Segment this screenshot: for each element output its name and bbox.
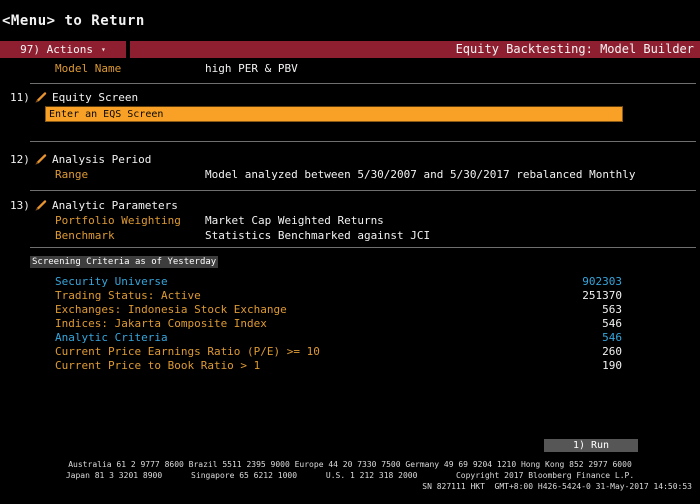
benchmark-label: Benchmark [55, 229, 115, 242]
footer-session-info: SN 827111 HKT GMT+8:00 H426-5424-0 31-Ma… [422, 482, 692, 491]
screening-row-value: 563 [602, 303, 622, 316]
section-analytic-parameters[interactable]: 13) Analytic Parameters [10, 198, 178, 212]
section-equity-screen[interactable]: 11) Equity Screen [10, 90, 138, 104]
portfolio-weighting-label: Portfolio Weighting [55, 214, 181, 227]
screening-row-label: Exchanges: Indonesia Stock Exchange [55, 303, 287, 316]
screening-row-label: Analytic Criteria [55, 331, 168, 344]
footer-phone-line-1: Australia 61 2 9777 8600 Brazil 5511 239… [68, 460, 632, 469]
menu-return-hint[interactable]: <Menu> to Return [2, 13, 145, 29]
screening-criteria-list: Security Universe 902303 Trading Status:… [30, 275, 622, 373]
screening-row-label: Security Universe [55, 275, 168, 288]
section-number: 12) [10, 152, 30, 166]
analytic-parameter-rows: Portfolio Weighting Market Cap Weighted … [55, 214, 655, 244]
screening-row-value: 546 [602, 317, 622, 330]
screening-row-value: 546 [602, 331, 622, 344]
section-title: Analysis Period [52, 152, 152, 166]
model-name-value[interactable]: high PER & PBV [205, 62, 298, 76]
footer-phone-line-2: Japan 81 3 3201 8900 Singapore 65 6212 1… [65, 471, 635, 480]
screening-row-value: 260 [602, 345, 622, 358]
edit-pencil-icon [34, 90, 48, 104]
footer: Australia 61 2 9777 8600 Brazil 5511 239… [0, 459, 700, 492]
section-number: 13) [10, 198, 30, 212]
benchmark-value[interactable]: Statistics Benchmarked against JCI [205, 229, 430, 244]
screening-row-trading-status[interactable]: Trading Status: Active 251370 [30, 289, 622, 303]
section-number: 11) [10, 90, 30, 104]
run-button[interactable]: 1) Run [544, 439, 638, 452]
section-title: Equity Screen [52, 90, 139, 104]
screening-row-indices[interactable]: Indices: Jakarta Composite Index 546 [30, 317, 622, 331]
screening-criteria-header: Screening Criteria as of Yesterday [30, 256, 218, 268]
screening-row-label: Indices: Jakarta Composite Index [55, 317, 267, 330]
divider [30, 247, 696, 248]
screening-row-security-universe[interactable]: Security Universe 902303 [30, 275, 622, 289]
range-value[interactable]: Model analyzed between 5/30/2007 and 5/3… [205, 168, 635, 182]
portfolio-weighting-row: Portfolio Weighting Market Cap Weighted … [55, 214, 655, 229]
edit-pencil-icon [34, 152, 48, 166]
edit-pencil-icon [34, 198, 48, 212]
eqs-screen-input[interactable] [45, 106, 623, 122]
screening-row-pe-ratio[interactable]: Current Price Earnings Ratio (P/E) >= 10… [30, 345, 622, 359]
bloomberg-terminal-screen: <Menu> to Return 97) Actions ▾ Equity Ba… [0, 0, 700, 504]
divider [30, 83, 696, 84]
section-title: Analytic Parameters [52, 198, 178, 212]
screening-row-value: 902303 [582, 275, 622, 288]
screening-row-label: Trading Status: Active [55, 289, 201, 302]
screening-row-value: 251370 [582, 289, 622, 302]
actions-menu-button[interactable]: 97) Actions ▾ [0, 41, 130, 58]
screening-row-value: 190 [602, 359, 622, 372]
model-name-label: Model Name [55, 62, 122, 75]
screening-row-label: Current Price Earnings Ratio (P/E) >= 10 [55, 345, 320, 358]
page-title: Equity Backtesting: Model Builder [455, 42, 694, 56]
divider [30, 141, 696, 142]
title-bar: 97) Actions ▾ Equity Backtesting: Model … [0, 41, 700, 58]
portfolio-weighting-value[interactable]: Market Cap Weighted Returns [205, 214, 384, 229]
screening-row-label: Current Price to Book Ratio > 1 [55, 359, 261, 372]
model-name-row: Model Name high PER & PBV [55, 62, 298, 76]
screening-row-pb-ratio[interactable]: Current Price to Book Ratio > 1 190 [30, 359, 622, 373]
chevron-down-icon: ▾ [101, 44, 106, 54]
benchmark-row: Benchmark Statistics Benchmarked against… [55, 229, 655, 244]
section-analysis-period[interactable]: 12) Analysis Period [10, 152, 151, 166]
screening-row-exchanges[interactable]: Exchanges: Indonesia Stock Exchange 563 [30, 303, 622, 317]
actions-button-label: 97) Actions [20, 43, 94, 56]
screening-row-analytic-criteria[interactable]: Analytic Criteria 546 [30, 331, 622, 345]
range-label: Range [55, 168, 89, 181]
range-row: Range Model analyzed between 5/30/2007 a… [55, 168, 635, 182]
divider [30, 190, 696, 191]
